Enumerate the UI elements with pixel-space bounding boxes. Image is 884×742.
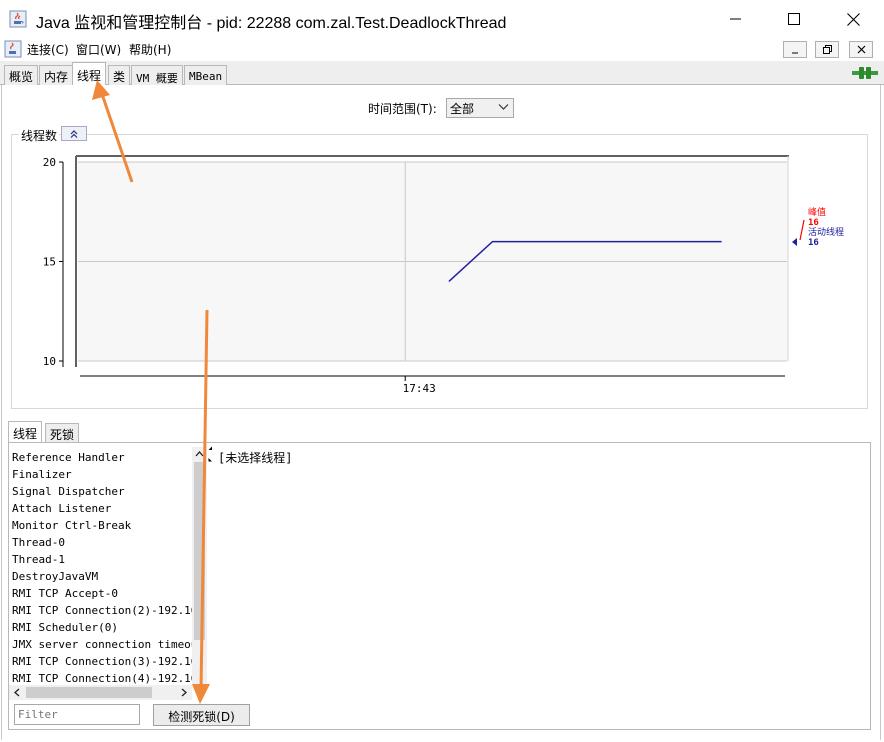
filter-input[interactable] bbox=[14, 704, 140, 725]
thread-list-item[interactable]: Finalizer bbox=[12, 468, 72, 481]
legend-peak-label: 峰值 bbox=[808, 206, 826, 218]
thread-list-item[interactable]: Thread-0 bbox=[12, 536, 65, 549]
detect-deadlock-button[interactable]: 检测死锁(D) bbox=[153, 704, 250, 726]
thread-list-item[interactable]: Thread-1 bbox=[12, 553, 65, 566]
thread-list-horizontal-scrollbar[interactable] bbox=[9, 685, 192, 700]
chevron-right-icon[interactable] bbox=[180, 688, 188, 697]
y-tick-label: 20 bbox=[43, 156, 56, 169]
thread-list-item[interactable]: Attach Listener bbox=[12, 502, 111, 515]
thread-list-item[interactable]: DestroyJavaVM bbox=[12, 570, 98, 583]
thread-list-item[interactable]: RMI Scheduler(0) bbox=[12, 621, 118, 634]
thread-list-item[interactable]: JMX server connection timeout bbox=[12, 638, 204, 651]
horizontal-scroll-thumb[interactable] bbox=[26, 687, 152, 698]
vertical-scroll-thumb[interactable] bbox=[194, 462, 205, 640]
y-tick-label: 15 bbox=[43, 256, 56, 269]
x-tick-label: 17:43 bbox=[403, 382, 436, 395]
split-pane-divider[interactable] bbox=[208, 445, 213, 701]
thread-detail-text: [未选择线程] bbox=[218, 451, 293, 465]
thread-list-item[interactable]: Reference Handler bbox=[12, 451, 125, 464]
thread-list-item[interactable]: Signal Dispatcher bbox=[12, 485, 125, 498]
thread-list-item[interactable]: RMI TCP Accept-0 bbox=[12, 587, 118, 600]
thread-list-item[interactable]: RMI TCP Connection(4)-192.168. bbox=[12, 672, 205, 685]
legend-live-label: 活动线程 bbox=[808, 226, 844, 238]
thread-list-item[interactable]: RMI TCP Connection(2)-192.168. bbox=[12, 604, 205, 617]
split-arrows-icon[interactable] bbox=[208, 445, 213, 465]
thread-list-item[interactable]: RMI TCP Connection(3)-192.168. bbox=[12, 655, 205, 668]
thread-list-vertical-scrollbar[interactable] bbox=[192, 447, 207, 685]
chevron-left-icon[interactable] bbox=[13, 688, 21, 697]
y-tick-label: 10 bbox=[43, 355, 56, 368]
legend-peak-value: 16 bbox=[808, 218, 819, 228]
tab-thread-list[interactable]: 线程 bbox=[8, 421, 43, 444]
thread-list[interactable]: Reference Handler Finalizer Signal Dispatc… bbox=[9, 447, 205, 685]
legend-live-value: 16 bbox=[808, 238, 819, 248]
chevron-up-icon[interactable] bbox=[195, 450, 204, 458]
legend-live-marker bbox=[792, 238, 797, 246]
legend-peak-marker bbox=[799, 219, 805, 241]
chart-legend: 峰值 16 活动线程 16 bbox=[792, 206, 844, 248]
tab-deadlock[interactable]: 死锁 bbox=[45, 423, 80, 443]
thread-list-item[interactable]: Monitor Ctrl-Break bbox=[12, 519, 131, 532]
